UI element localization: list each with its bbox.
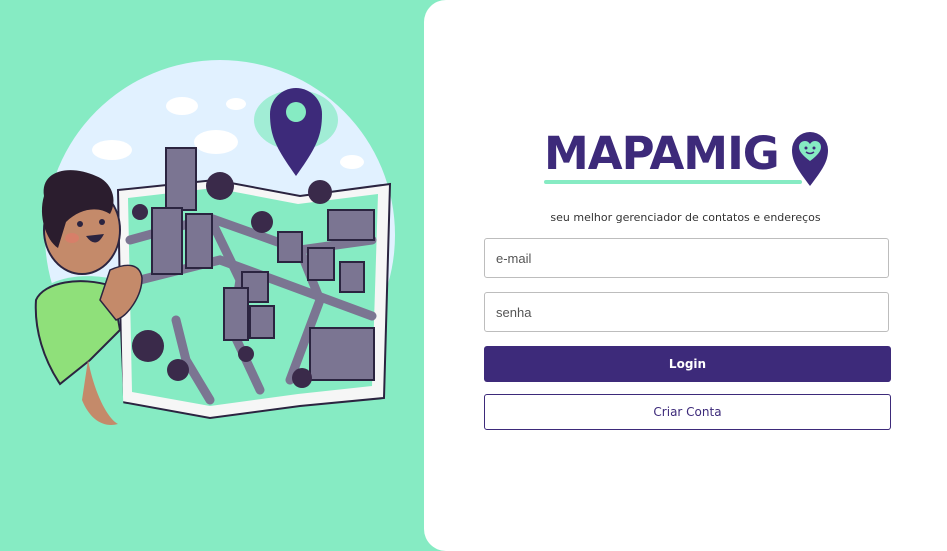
logo-text: MAPAMIG: [544, 127, 780, 180]
create-account-button[interactable]: Criar Conta: [484, 394, 891, 430]
login-button[interactable]: Login: [484, 346, 891, 382]
logo-underline: [544, 180, 802, 184]
mapamigo-logo: MAPAMIG: [544, 128, 834, 190]
password-field[interactable]: [484, 292, 889, 332]
login-panel: MAPAMIG seu melhor gerenciador de contat…: [424, 0, 947, 551]
person-with-map-illustration: [34, 60, 395, 425]
left-panel: [0, 0, 440, 551]
tagline: seu melhor gerenciador de contatos e end…: [550, 211, 821, 224]
email-field[interactable]: [484, 238, 889, 278]
heart-location-pin-icon: [792, 132, 828, 186]
